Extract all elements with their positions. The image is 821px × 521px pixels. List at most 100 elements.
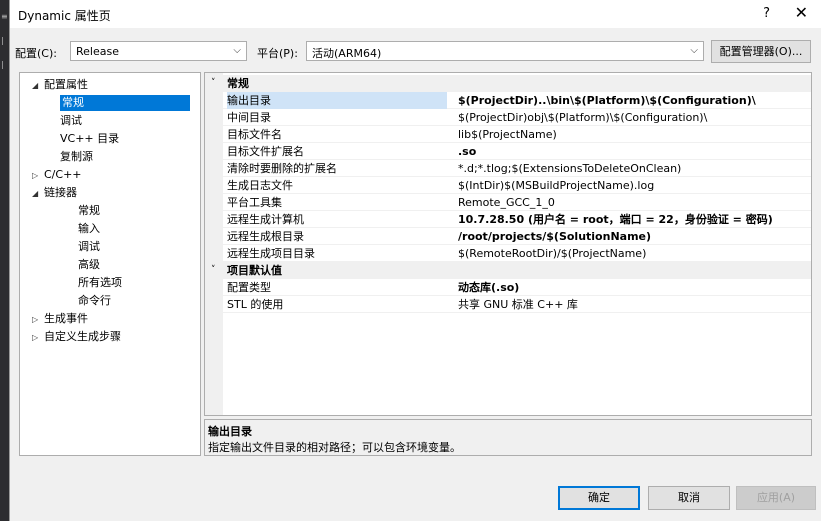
property-name: 配置类型 xyxy=(227,281,271,294)
tree-item[interactable]: 输入 xyxy=(78,221,100,237)
platform-select-value: 活动(ARM64) xyxy=(312,47,382,60)
tree-item[interactable]: VC++ 目录 xyxy=(60,131,119,147)
tree-item[interactable]: ▷ C/C++ xyxy=(32,167,82,183)
tree-item-label: 自定义生成步骤 xyxy=(44,330,121,343)
close-button[interactable]: ✕ xyxy=(795,3,808,22)
grid-category-label: 项目默认值 xyxy=(227,264,282,277)
tree-item[interactable]: ▷ 自定义生成步骤 xyxy=(32,329,121,345)
property-pages-dialog: Dynamic 属性页 ? ✕ 配置(C): Release ⌵ 平台(P): … xyxy=(9,0,821,521)
tree-item-label: 调试 xyxy=(60,114,82,127)
property-row[interactable]: 生成日志文件 $(IntDir)$(MSBuildProjectName).log xyxy=(205,177,811,194)
config-select[interactable]: Release ⌵ xyxy=(70,41,247,61)
tree-item[interactable]: ◢ 配置属性 xyxy=(32,77,88,93)
property-name: 中间目录 xyxy=(227,111,271,124)
chevron-down-icon[interactable]: ˅ xyxy=(211,262,216,279)
property-row[interactable]: 清除时要删除的扩展名 *.d;*.tlog;$(ExtensionsToDelet… xyxy=(205,160,811,177)
property-value[interactable]: $(IntDir)$(MSBuildProjectName).log xyxy=(458,177,654,194)
property-row[interactable]: 远程生成计算机 10.7.28.50 (用户名 = root，端口 = 22，身份… xyxy=(205,211,811,228)
description-text: 指定输出文件目录的相对路径；可以包含环境变量。 xyxy=(208,441,461,454)
property-name: 远程生成计算机 xyxy=(227,213,304,226)
tree-item[interactable]: ◢ 链接器 xyxy=(32,185,77,201)
tree-item-label: C/C++ xyxy=(44,168,82,181)
tree-item[interactable]: 调试 xyxy=(60,113,82,129)
property-row[interactable]: 平台工具集 Remote_GCC_1_0 xyxy=(205,194,811,211)
grid-category[interactable]: ˅ 常规 xyxy=(205,75,811,92)
expanded-arrow-icon[interactable]: ◢ xyxy=(32,186,44,202)
property-name: 平台工具集 xyxy=(227,196,282,209)
property-row[interactable]: 中间目录 $(ProjectDir)obj\$(Platform)\$(Confi… xyxy=(205,109,811,126)
tree-item-label: 高级 xyxy=(78,258,100,271)
config-select-value: Release xyxy=(76,45,119,58)
chevron-down-icon: ⌵ xyxy=(690,45,698,56)
property-row[interactable]: 远程生成根目录/root/projects/$(SolutionName) xyxy=(205,228,811,245)
tree-item[interactable]: ▷ 生成事件 xyxy=(32,311,88,327)
config-label: 配置(C): xyxy=(15,47,57,60)
chevron-down-icon: ⌵ xyxy=(233,45,241,56)
property-value[interactable]: $(ProjectDir)..\bin\$(Platform)\$(Config… xyxy=(458,92,756,109)
tree-item[interactable]: 命令行 xyxy=(78,293,111,309)
apply-button[interactable]: 应用(A) xyxy=(736,486,816,510)
property-value[interactable]: 共享 GNU 标准 C++ 库 xyxy=(458,296,578,313)
property-value[interactable]: $(ProjectDir)obj\$(Platform)\$(Configura… xyxy=(458,109,707,126)
property-row[interactable]: 目标文件扩展名 .so xyxy=(205,143,811,160)
tree-item[interactable]: 所有选项 xyxy=(78,275,122,291)
property-row[interactable]: 输出目录 $(ProjectDir)..\bin\$(Platform)\$(Co… xyxy=(205,92,811,109)
property-name: STL 的使用 xyxy=(227,298,284,311)
property-value[interactable]: $(RemoteRootDir)/$(ProjectName) xyxy=(458,245,646,262)
property-value[interactable]: *.d;*.tlog;$(ExtensionsToDeleteOnClean) xyxy=(458,160,681,177)
tree-item[interactable]: 复制源 xyxy=(60,149,93,165)
title-bar: Dynamic 属性页 ? ✕ xyxy=(10,0,821,28)
config-manager-button[interactable]: 配置管理器(O)... xyxy=(711,40,811,63)
tree-item-label: 常规 xyxy=(62,96,84,109)
tree-item[interactable]: 常规 xyxy=(60,95,190,111)
property-value[interactable]: 10.7.28.50 (用户名 = root，端口 = 22，身份验证 = 密码… xyxy=(458,211,773,228)
property-name: 目标文件扩展名 xyxy=(227,145,304,158)
tree-item-label: 复制源 xyxy=(60,150,93,163)
property-value[interactable]: /root/projects/$(SolutionName) xyxy=(458,228,651,245)
property-row[interactable]: 远程生成项目目录 $(RemoteRootDir)/$(ProjectName) xyxy=(205,245,811,262)
tree-item-label: 调试 xyxy=(78,240,100,253)
tree-item-label: 链接器 xyxy=(44,186,77,199)
property-name: 远程生成根目录 xyxy=(227,230,304,243)
platform-select[interactable]: 活动(ARM64) ⌵ xyxy=(306,41,704,61)
tree-item-label: 配置属性 xyxy=(44,78,88,91)
background-app-strip: ≡ | | xyxy=(0,0,9,521)
collapsed-arrow-icon[interactable]: ▷ xyxy=(32,312,44,328)
expanded-arrow-icon[interactable]: ◢ xyxy=(32,78,44,94)
description-title: 输出目录 xyxy=(208,425,252,438)
window-title: Dynamic 属性页 xyxy=(18,9,111,23)
property-row[interactable]: 目标文件名 lib$(ProjectName) xyxy=(205,126,811,143)
property-row[interactable]: STL 的使用 共享 GNU 标准 C++ 库 xyxy=(205,296,811,313)
tree-item-label: 输入 xyxy=(78,222,100,235)
property-grid: ˅ 常规输出目录 $(ProjectDir)..\bin\$(Platform)\$… xyxy=(204,72,812,416)
cancel-button[interactable]: 取消 xyxy=(648,486,730,510)
property-row[interactable]: 配置类型 动态库(.so) xyxy=(205,279,811,296)
grid-category-label: 常规 xyxy=(227,77,249,90)
tree-item-label: 生成事件 xyxy=(44,312,88,325)
property-name: 生成日志文件 xyxy=(227,179,293,192)
tree-item[interactable]: 高级 xyxy=(78,257,100,273)
chevron-down-icon[interactable]: ˅ xyxy=(211,75,216,92)
property-value[interactable]: 动态库(.so) xyxy=(458,279,519,296)
property-value[interactable]: Remote_GCC_1_0 xyxy=(458,194,555,211)
grid-category[interactable]: ˅ 项目默认值 xyxy=(205,262,811,279)
tree-item[interactable]: 调试 xyxy=(78,239,100,255)
property-name: 输出目录 xyxy=(227,92,447,109)
collapsed-arrow-icon[interactable]: ▷ xyxy=(32,168,44,184)
property-name: 清除时要删除的扩展名 xyxy=(227,162,337,175)
property-value[interactable]: lib$(ProjectName) xyxy=(458,126,557,143)
tree-item[interactable]: 常规 xyxy=(78,203,100,219)
collapsed-arrow-icon[interactable]: ▷ xyxy=(32,330,44,346)
platform-label: 平台(P): xyxy=(257,47,298,60)
help-button[interactable]: ? xyxy=(763,6,770,21)
property-name: 远程生成项目目录 xyxy=(227,247,315,260)
tree-item-label: 所有选项 xyxy=(78,276,122,289)
tree-item-label: 常规 xyxy=(78,204,100,217)
property-name: 目标文件名 xyxy=(227,128,282,141)
tree-item-label: 命令行 xyxy=(78,294,111,307)
tree-item-label: VC++ 目录 xyxy=(60,132,120,145)
settings-tree: ◢ 配置属性 常规 调试 VC++ 目录 复制源 ▷ C/C++ ◢ 链接器 常规 输入 调试 高级 所有选… xyxy=(19,72,201,456)
description-panel: 输出目录 指定输出文件目录的相对路径；可以包含环境变量。 xyxy=(204,419,812,456)
ok-button[interactable]: 确定 xyxy=(558,486,640,510)
property-value[interactable]: .so xyxy=(458,143,476,160)
